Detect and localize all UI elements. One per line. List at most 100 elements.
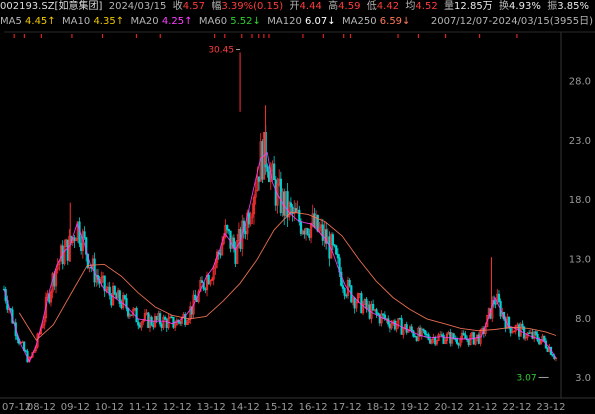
min-price-label: 3.07 [517,373,537,383]
candle-body [83,231,86,238]
candle-body [172,316,175,328]
candle-body [200,280,204,283]
candle-body [229,230,232,249]
candle-body [455,339,459,344]
candle-body [382,313,385,316]
candle-body [378,314,381,324]
candle-body [135,308,138,323]
candle-body [321,224,324,241]
candle-body [494,303,497,305]
candle-body [303,230,306,235]
candle-body [439,334,442,336]
candle-body [308,234,311,238]
candle-body [393,320,397,330]
candle-body [123,295,126,299]
candle-body [170,316,173,319]
x-tick-label: 11-12 [129,402,158,413]
candle-body [457,343,460,346]
candle-body [331,234,334,245]
candle-body [497,293,501,302]
candle-body [316,214,319,232]
x-tick-label: 20-12 [434,402,463,413]
candle-body [247,212,251,225]
candles-layer [2,52,558,363]
candle-body [413,335,417,338]
x-tick-label: 16-12 [299,402,328,413]
x-tick-label: 21-12 [468,402,497,413]
candle-body [179,321,182,324]
candle-body [113,285,116,295]
candle-body [283,191,286,216]
candle-body [377,313,380,315]
candle-body [130,314,133,316]
candle-body [551,354,554,357]
max-price-label: 30.45 [208,45,234,55]
candle-body [336,253,339,259]
candle-body [538,340,541,345]
candle-body [424,330,427,335]
candle-body [462,332,465,336]
candle-body [165,319,168,328]
x-tick-label: 14-12 [231,402,260,413]
candle-body [388,323,391,329]
candle-body [365,298,368,309]
candle-body [372,303,375,311]
candle-body [546,347,549,352]
candle-body [425,333,428,336]
candle-body [536,334,539,341]
candle-body [286,191,289,218]
candle-body [137,321,140,326]
x-tick-label: 17-12 [333,402,362,413]
candle-body [375,309,378,314]
candle-body [528,332,531,335]
candle-body [341,285,345,289]
candle-body [405,324,408,333]
candle-body [313,213,316,228]
candle-body [348,279,351,287]
y-tick-label: 13.0 [569,255,591,266]
chart-frame [0,31,595,399]
candle-body [422,328,425,331]
candle-body [429,339,432,344]
candle-body [204,288,207,291]
candle-body [244,230,247,235]
candle-body [360,293,363,314]
candle-body [534,331,537,335]
x-axis: 07-1208-12 09-12 10-12 11-12 12-12 13-12 14-12… [2,402,565,413]
kline-chart[interactable]: 3.08.013.018.023.028.0 07-1208-12 09-12 10… [0,0,595,414]
candle-body [410,326,413,332]
candle-body [163,316,167,320]
y-tick-label: 8.0 [575,314,591,325]
x-tick-label: 09-12 [61,402,90,413]
candle-body [138,324,142,328]
x-tick-label: 18-12 [367,402,396,413]
candle-body [415,336,418,342]
candle-body [333,244,336,247]
candle-body [306,228,309,235]
candle-body [93,258,96,283]
candle-body [152,324,155,328]
candle-body [66,239,69,261]
candle-body [442,334,445,344]
y-tick-label: 18.0 [569,195,591,206]
x-tick-label: 15-12 [265,402,294,413]
candle-body [512,330,516,333]
candle-body [110,294,113,306]
candle-body [219,253,222,256]
candle-body [543,335,546,342]
x-tick-label: 10-12 [95,402,124,413]
candle-body [207,274,210,285]
candle-body [477,334,480,344]
candle-body [289,202,293,208]
candle-body [195,299,199,303]
candle-body [24,350,27,352]
candle-body [266,166,269,172]
y-tick-label: 28.0 [569,77,591,88]
candle-body [440,334,444,336]
candle-body [434,336,437,345]
candle-body [279,178,282,213]
candle-body [353,297,356,309]
y-axis: 3.0 8.0 13.0 18.0 23.0 28.0 [569,77,591,385]
y-tick-label: 3.0 [575,373,591,384]
candle-body [273,163,276,181]
